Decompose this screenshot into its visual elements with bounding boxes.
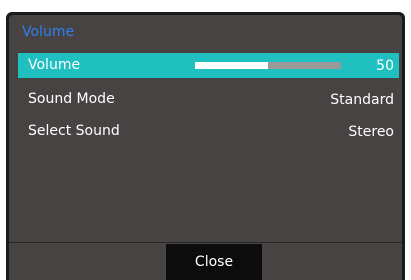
menu-item-select-sound[interactable]: Select Sound Stereo	[18, 119, 399, 144]
menu-title: Volume	[22, 24, 75, 40]
menu-item-volume[interactable]: Volume 50	[18, 53, 399, 78]
menu-item-label: Sound Mode	[28, 91, 115, 107]
volume-slider[interactable]	[195, 62, 341, 69]
volume-slider-fill	[195, 62, 268, 69]
osd-menu-panel: Volume Volume 50 Sound Mode Standard Sel…	[9, 15, 402, 280]
menu-item-label: Select Sound	[28, 123, 120, 139]
osd-menu-frame: Volume Volume 50 Sound Mode Standard Sel…	[6, 12, 405, 280]
sound-mode-value: Standard	[330, 92, 394, 108]
menu-item-label: Volume	[28, 57, 81, 73]
select-sound-value: Stereo	[348, 124, 394, 140]
close-button[interactable]: Close	[166, 244, 262, 280]
volume-value: 50	[376, 58, 394, 74]
menu-item-sound-mode[interactable]: Sound Mode Standard	[18, 87, 399, 112]
footer-divider	[9, 242, 402, 243]
